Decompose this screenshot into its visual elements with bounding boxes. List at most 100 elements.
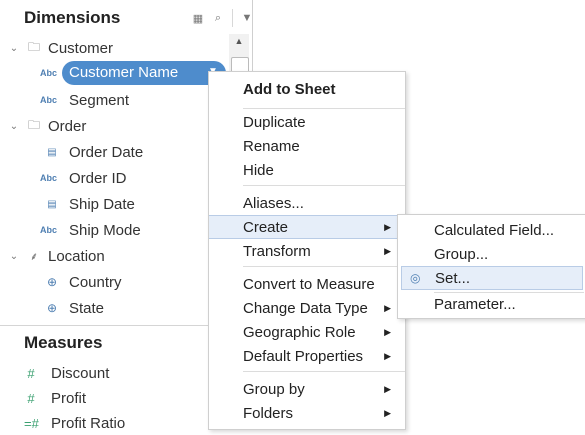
- search-icon[interactable]: ⌕: [208, 12, 228, 25]
- field-profit[interactable]: # Profit: [24, 386, 86, 410]
- menu-label: Convert to Measure: [243, 275, 375, 293]
- tree-label: Profit Ratio: [51, 414, 126, 432]
- menu-item-hide[interactable]: Hide: [209, 158, 405, 182]
- menu-item-add-to-sheet[interactable]: Add to Sheet: [209, 77, 405, 101]
- menu-item-transform[interactable]: Transform ▶: [209, 239, 405, 263]
- field-ship-mode[interactable]: Abc Ship Mode: [40, 218, 141, 242]
- field-ship-date[interactable]: ▤ Ship Date: [42, 192, 135, 216]
- menu-label: Create: [243, 218, 289, 236]
- menu-label: Geographic Role: [243, 323, 356, 341]
- menu-item-default-properties[interactable]: Default Properties ▶: [209, 344, 405, 368]
- submenu-arrow-icon: ▶: [384, 407, 391, 418]
- field-state[interactable]: ⊕ State: [42, 296, 104, 320]
- create-submenu: Calculated Field... Group... ◎ Set... Par…: [397, 214, 585, 319]
- menu-label: Default Properties: [243, 347, 364, 365]
- dropdown-icon[interactable]: ▼: [237, 12, 257, 24]
- menu-label: Parameter...: [434, 295, 516, 313]
- abc-badge: Abc: [40, 68, 58, 78]
- menu-item-create[interactable]: Create ▶: [209, 215, 405, 239]
- menu-separator: [243, 266, 405, 267]
- tree-label: Order ID: [69, 169, 127, 187]
- field-segment[interactable]: Abc Segment: [40, 88, 129, 112]
- menu-label: Duplicate: [243, 113, 306, 131]
- context-menu: Add to Sheet Duplicate Rename Hide Alias…: [208, 71, 406, 430]
- chevron-down-icon[interactable]: ⌄: [6, 251, 22, 262]
- menu-separator: [243, 185, 405, 186]
- tree-label: Ship Mode: [69, 221, 141, 239]
- menu-item-geographic-role[interactable]: Geographic Role ▶: [209, 320, 405, 344]
- abc-badge: Abc: [40, 225, 58, 235]
- calendar-icon: ▤: [47, 198, 57, 210]
- submenu-arrow-icon: ▶: [384, 302, 391, 313]
- menu-item-rename[interactable]: Rename: [209, 134, 405, 158]
- menu-label: Change Data Type: [243, 299, 368, 317]
- field-discount[interactable]: # Discount: [24, 361, 109, 385]
- tree-label: Order: [48, 117, 87, 135]
- hierarchy-icon: ⸙: [29, 250, 39, 263]
- tree-label: Customer: [48, 39, 114, 57]
- tree-label: Location: [48, 247, 105, 265]
- field-country[interactable]: ⊕ Country: [42, 270, 122, 294]
- abc-type-icon: Abc: [40, 61, 62, 85]
- submenu-arrow-icon: ▶: [384, 383, 391, 394]
- grid-icon[interactable]: ▦: [188, 12, 208, 25]
- tree-folder-customer[interactable]: ⌄ 🗀 Customer: [6, 36, 113, 60]
- submenu-item-calculated-field[interactable]: Calculated Field...: [398, 218, 585, 242]
- menu-label: Set...: [435, 269, 471, 287]
- tree-label: Country: [69, 273, 122, 291]
- globe-icon: ⊕: [46, 275, 58, 289]
- menu-separator: [243, 108, 405, 109]
- tree-label: Order Date: [69, 143, 144, 161]
- menu-label: Group...: [434, 245, 489, 263]
- tree-label: Profit: [51, 389, 87, 407]
- submenu-item-set[interactable]: ◎ Set...: [401, 266, 583, 290]
- measure-icon: #: [27, 390, 35, 406]
- field-profit-ratio[interactable]: =# Profit Ratio: [24, 411, 125, 435]
- chevron-down-icon[interactable]: ⌄: [6, 121, 22, 132]
- submenu-item-group[interactable]: Group...: [398, 242, 585, 266]
- menu-label: Hide: [243, 161, 274, 179]
- chevron-down-icon[interactable]: ⌄: [6, 43, 22, 54]
- measure-icon: #: [27, 365, 35, 381]
- submenu-arrow-icon: ▶: [384, 245, 391, 256]
- submenu-arrow-icon: ▶: [384, 350, 391, 361]
- tree-label: Segment: [69, 91, 130, 109]
- menu-item-duplicate[interactable]: Duplicate: [209, 110, 405, 134]
- measures-header: Measures: [24, 333, 103, 352]
- menu-item-change-data-type[interactable]: Change Data Type ▶: [209, 296, 405, 320]
- tree-label: Ship Date: [69, 195, 135, 213]
- tree-hierarchy-location[interactable]: ⌄ ⸙ Location: [6, 244, 105, 268]
- menu-label: Folders: [243, 404, 294, 422]
- folder-icon: 🗀: [27, 39, 40, 54]
- menu-item-group-by[interactable]: Group by ▶: [209, 377, 405, 401]
- submenu-arrow-icon: ▶: [384, 326, 391, 337]
- scroll-up-icon[interactable]: ▲: [229, 36, 249, 46]
- menu-label: Calculated Field...: [434, 221, 555, 239]
- set-icon: ◎: [410, 271, 421, 285]
- header-divider: [232, 9, 233, 27]
- tree-label: State: [69, 299, 105, 317]
- menu-label: Rename: [243, 137, 300, 155]
- menu-label: Group by: [243, 380, 305, 398]
- globe-icon: ⊕: [46, 301, 58, 315]
- menu-label: Aliases...: [243, 194, 304, 212]
- submenu-item-parameter[interactable]: Parameter...: [398, 292, 585, 316]
- menu-item-aliases[interactable]: Aliases...: [209, 191, 405, 215]
- abc-badge: Abc: [40, 173, 58, 183]
- field-customer-name[interactable]: Customer Name: [69, 64, 178, 81]
- tree-folder-order[interactable]: ⌄ 🗀 Order: [6, 114, 87, 138]
- dimensions-header-icons: ▦ ⌕ ▼: [188, 9, 257, 27]
- field-order-date[interactable]: ▤ Order Date: [42, 140, 143, 164]
- menu-item-folders[interactable]: Folders ▶: [209, 401, 405, 425]
- tree-label: Discount: [51, 364, 110, 382]
- menu-item-convert-to-measure[interactable]: Convert to Measure: [209, 272, 405, 296]
- dimensions-header: Dimensions: [24, 8, 121, 27]
- submenu-arrow-icon: ▶: [384, 221, 391, 232]
- abc-badge: Abc: [40, 95, 58, 105]
- menu-separator: [243, 371, 405, 372]
- folder-icon: 🗀: [27, 117, 40, 132]
- field-order-id[interactable]: Abc Order ID: [40, 166, 127, 190]
- menu-label: Add to Sheet: [243, 80, 336, 98]
- menu-label: Transform: [243, 242, 311, 260]
- calendar-icon: ▤: [47, 146, 57, 158]
